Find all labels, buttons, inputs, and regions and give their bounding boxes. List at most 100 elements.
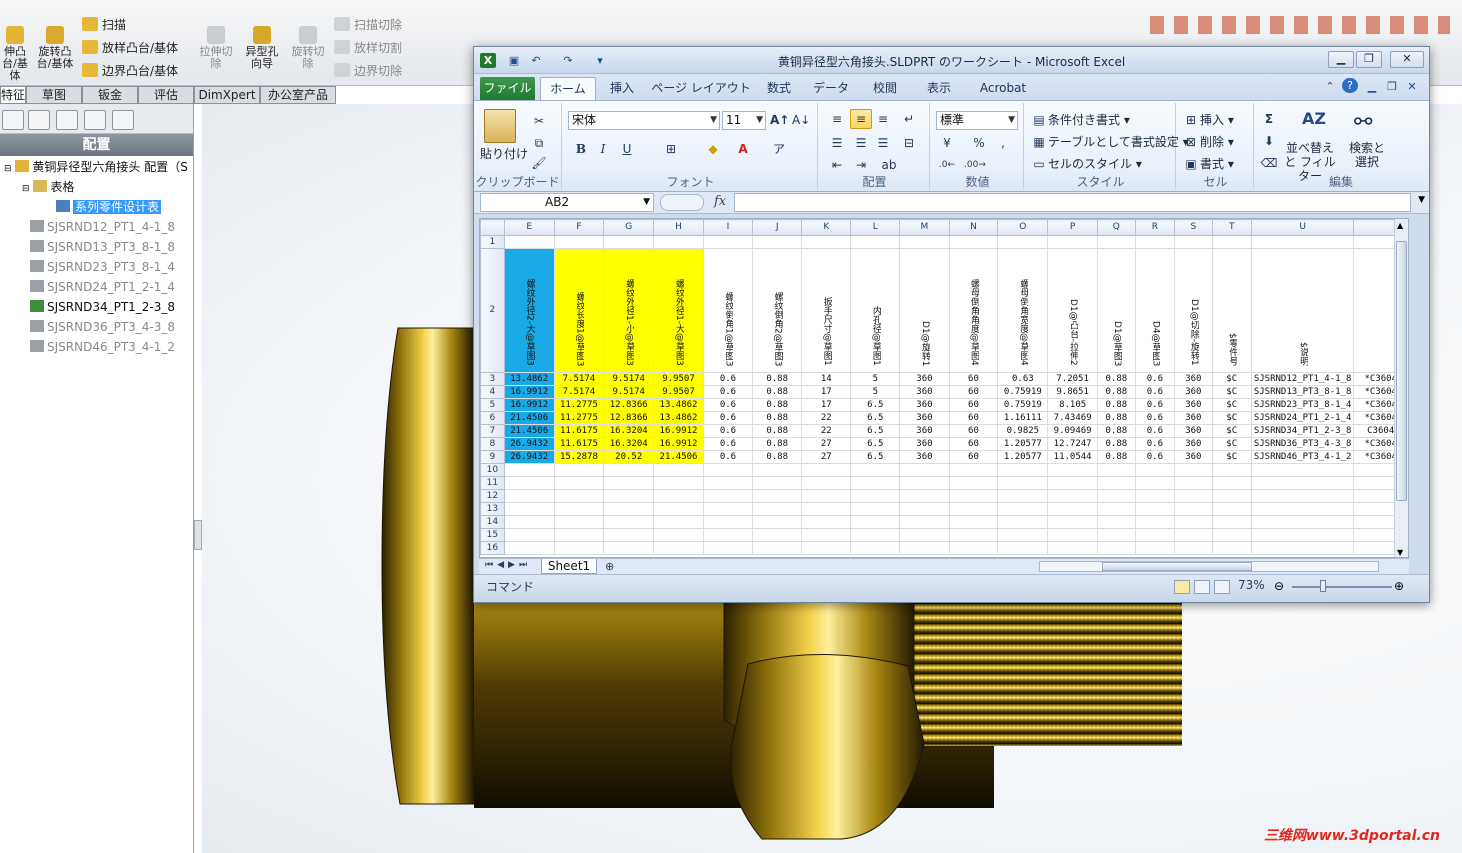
zoom-out-icon[interactable]: ⊖ — [1274, 579, 1284, 593]
row-header[interactable]: 3 — [480, 372, 505, 386]
cell[interactable]: 13.4862 — [653, 398, 704, 412]
panel-splitter[interactable] — [194, 520, 202, 550]
column-header[interactable]: G — [603, 219, 655, 236]
cell[interactable]: 0.6 — [1134, 398, 1176, 412]
format-as-table-button[interactable]: ▦ テーブルとして書式設定 ▾ — [1030, 133, 1188, 150]
column-header[interactable]: N — [948, 219, 999, 236]
cell[interactable]: 60 — [948, 450, 999, 464]
cell[interactable]: D1@切除-旋转1 — [1174, 248, 1213, 373]
page-layout-view-icon[interactable] — [1194, 580, 1210, 594]
cell[interactable] — [948, 528, 999, 542]
row-header[interactable]: 16 — [480, 541, 505, 555]
cell[interactable] — [1250, 541, 1355, 555]
cell[interactable]: D1@凸台-拉伸2 — [1047, 248, 1099, 373]
cell[interactable] — [1174, 476, 1213, 490]
config-item[interactable]: SJSRND24_PT1_2-1_4 — [30, 278, 175, 296]
configuration-manager-icon[interactable] — [56, 110, 78, 130]
cell[interactable] — [1134, 528, 1176, 542]
cell[interactable]: 12.7247 — [1047, 437, 1099, 451]
cell[interactable] — [1097, 476, 1136, 490]
cell[interactable]: 60 — [948, 437, 999, 451]
cell[interactable]: 17 — [801, 385, 852, 399]
cell[interactable]: SJSRND46_PT3_4-1_2 — [1250, 450, 1355, 464]
doc-close-icon[interactable]: ✕ — [1404, 79, 1420, 94]
cell[interactable]: SJSRND23_PT3_8-1_4 — [1250, 398, 1355, 412]
cell[interactable] — [850, 515, 901, 529]
cell[interactable] — [1250, 515, 1355, 529]
select-all-corner[interactable] — [480, 219, 505, 236]
cell[interactable]: $C — [1211, 385, 1252, 399]
page-break-view-icon[interactable] — [1214, 580, 1230, 594]
cell[interactable] — [1250, 476, 1355, 490]
cell[interactable] — [1211, 463, 1252, 477]
cell[interactable] — [553, 541, 605, 555]
scroll-up-icon[interactable]: ▲ — [1397, 221, 1403, 230]
cell[interactable]: 360 — [899, 411, 950, 425]
cell[interactable] — [997, 541, 1049, 555]
cell[interactable]: 0.6 — [1134, 450, 1176, 464]
cell[interactable]: 0.88 — [752, 398, 803, 412]
cell[interactable]: 0.6 — [1134, 411, 1176, 425]
cell[interactable] — [1174, 463, 1213, 477]
cell[interactable]: 16.3204 — [603, 437, 655, 451]
cell[interactable]: 22 — [801, 411, 852, 425]
cell[interactable] — [1097, 541, 1136, 555]
cell[interactable] — [1097, 515, 1136, 529]
scroll-thumb[interactable] — [1396, 241, 1407, 501]
property-manager-icon[interactable] — [28, 110, 50, 130]
close-button[interactable]: ✕ — [1390, 51, 1424, 68]
extrude-cut-button[interactable]: 拉伸切除 — [196, 26, 236, 70]
cell[interactable] — [653, 463, 704, 477]
cell[interactable]: 9.9507 — [653, 385, 704, 399]
tab-insert[interactable]: 挿入 — [600, 77, 644, 100]
cell[interactable]: 0.75919 — [997, 385, 1049, 399]
cell[interactable]: 9.8651 — [1047, 385, 1099, 399]
tree-design-table[interactable]: 系列零件设计表 — [56, 198, 162, 216]
name-box[interactable]: AB2 ▼ — [480, 193, 654, 212]
cell[interactable]: 20.52 — [603, 450, 655, 464]
cell[interactable]: 11.6175 — [553, 437, 605, 451]
increase-decimal-icon[interactable]: .0← — [938, 157, 956, 173]
tab-home[interactable]: ホーム — [540, 77, 596, 100]
cell[interactable]: 60 — [948, 372, 999, 386]
shrink-font-icon[interactable]: A↓ — [792, 112, 810, 128]
tab-acrobat[interactable]: Acrobat — [970, 77, 1036, 100]
cell[interactable] — [653, 515, 704, 529]
cell[interactable]: 5 — [850, 372, 901, 386]
cell[interactable] — [702, 528, 754, 542]
cell[interactable] — [1047, 476, 1099, 490]
binoculars-icon[interactable]: ⚯ — [1354, 109, 1382, 137]
column-header[interactable]: Q — [1097, 219, 1136, 236]
cell[interactable] — [553, 235, 605, 249]
column-header[interactable]: S — [1174, 219, 1213, 236]
cell[interactable]: 0.88 — [1097, 437, 1136, 451]
cell[interactable]: 螺母倒角角度@草图4 — [948, 248, 999, 373]
cell[interactable]: 7.43469 — [1047, 411, 1099, 425]
cell[interactable]: 9.5174 — [603, 372, 655, 386]
cell[interactable]: 360 — [1174, 385, 1213, 399]
cell[interactable] — [899, 528, 950, 542]
cell[interactable]: 0.88 — [1097, 372, 1136, 386]
doc-minimize-icon[interactable]: ▁ — [1364, 79, 1380, 94]
cell[interactable]: 360 — [899, 372, 950, 386]
cell[interactable] — [1134, 489, 1176, 503]
grow-font-icon[interactable]: A↑ — [770, 112, 789, 128]
cell[interactable]: $C — [1211, 398, 1252, 412]
format-painter-icon[interactable]: 🖌 — [530, 155, 548, 171]
row-header[interactable]: 6 — [480, 411, 505, 425]
increase-indent-icon[interactable]: ⇥ — [852, 157, 870, 173]
tab-features[interactable]: 特征 — [0, 86, 26, 104]
cell[interactable]: 螺纹倒角2@草图3 — [752, 248, 803, 373]
cell[interactable] — [997, 489, 1049, 503]
decrease-decimal-icon[interactable]: .00→ — [964, 157, 986, 173]
cell[interactable] — [801, 502, 852, 516]
cell[interactable] — [850, 476, 901, 490]
cell[interactable] — [899, 476, 950, 490]
cell[interactable] — [1097, 528, 1136, 542]
cell[interactable] — [899, 235, 950, 249]
row-header[interactable]: 1 — [480, 235, 505, 249]
cell[interactable] — [801, 541, 852, 555]
cell[interactable] — [1174, 515, 1213, 529]
cell[interactable]: 16.9912 — [653, 424, 704, 438]
config-item[interactable]: SJSRND36_PT3_4-3_8 — [30, 318, 175, 336]
